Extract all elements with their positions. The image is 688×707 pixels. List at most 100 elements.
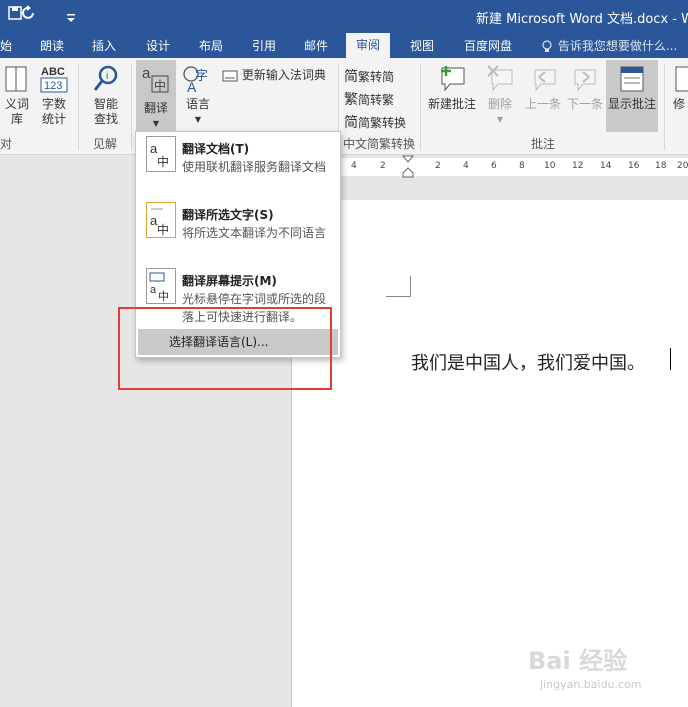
mini-translator-icon: a中 [146, 268, 176, 304]
simp-to-trad-button[interactable]: 繁简转繁 [344, 89, 394, 109]
track-changes-button[interactable]: 修 [670, 64, 688, 112]
translate-selection-icon: a中 [146, 202, 176, 238]
svg-text:中: 中 [157, 154, 169, 169]
tab-baidu-netdisk[interactable]: 百度网盘 [464, 37, 512, 54]
show-comments-icon [620, 66, 644, 92]
document-page[interactable]: 我们是中国人，我们爱中国。 [291, 200, 688, 707]
document-text[interactable]: 我们是中国人，我们爱中国。 [411, 349, 645, 375]
show-comments-label: 显示批注 [607, 97, 656, 111]
text-cursor [670, 348, 671, 370]
ruler-number: 6 [491, 161, 497, 171]
previous-label: 上一条 [524, 97, 561, 111]
simp-trad-convert-label: 简繁转换 [358, 116, 407, 130]
svg-text:a: a [142, 65, 151, 82]
indent-marker-icon[interactable] [402, 155, 414, 179]
ribbon-tabs: 始 朗读 插入 设计 布局 引用 邮件 审阅 视图 百度网盘 告诉我您想要做什么… [0, 32, 688, 58]
tab-review[interactable]: 审阅 [346, 33, 391, 58]
next-comment-icon [574, 69, 596, 92]
ruler-number: 10 [544, 161, 556, 171]
smart-lookup-button[interactable]: i 智能 查找 [88, 64, 124, 127]
comments-group-label: 批注 [531, 137, 556, 151]
ruler-number: 20 [677, 161, 688, 171]
menu-item-translate-document[interactable]: a中 翻译文档(T) 使用联机翻译服务翻译文档 [136, 132, 340, 196]
smart-lookup-label-1: 智能 [93, 97, 118, 111]
ruler-number: 8 [519, 161, 525, 171]
margin-corner-mark [386, 276, 411, 297]
language-button[interactable]: 字 A 语言 ▼ [180, 64, 216, 127]
undo-icon[interactable] [20, 4, 38, 26]
tab-home[interactable]: 始 [0, 37, 12, 54]
next-comment-button[interactable]: 下一条 [564, 64, 606, 112]
tab-view[interactable]: 视图 [410, 37, 434, 54]
separator [78, 64, 79, 150]
menu-item-title: 翻译文档(T) [182, 142, 250, 156]
chevron-down-icon: ▼ [496, 115, 504, 124]
convert-icon: 简 [344, 115, 358, 131]
svg-text:中: 中 [157, 222, 169, 237]
trad-to-simp-label: 繁转简 [358, 70, 395, 84]
thesaurus-button[interactable]: 义词库 [0, 64, 34, 127]
tab-read-aloud[interactable]: 朗读 [40, 37, 64, 54]
menu-item-description: 将所选文本翻译为不同语言 [182, 226, 327, 240]
word-count-button[interactable]: ABC 123 字数 统计 [38, 64, 70, 127]
tell-me-box[interactable]: 告诉我您想要做什么... [540, 37, 677, 54]
menu-item-title: 翻译所选文字(S) [182, 208, 274, 222]
svg-text:中: 中 [158, 290, 169, 303]
insights-group-label: 见解 [93, 137, 118, 151]
tab-design[interactable]: 设计 [146, 37, 170, 54]
word-count-label-1: 字数 [41, 97, 66, 111]
ruler-number: 4 [463, 161, 469, 171]
previous-comment-button[interactable]: 上一条 [522, 64, 564, 112]
menu-item-title: 翻译屏幕提示(M) [182, 274, 277, 288]
tab-mailings[interactable]: 邮件 [304, 37, 328, 54]
smart-lookup-label-2: 查找 [93, 112, 118, 126]
thesaurus-label: 义词库 [4, 97, 29, 126]
highlight-box [118, 307, 332, 390]
separator [420, 64, 421, 150]
trad-simp-icon: 简 [344, 69, 358, 85]
delete-comment-icon [487, 65, 513, 92]
lightbulb-icon [542, 39, 552, 52]
translate-document-icon: a中 [146, 136, 176, 172]
next-label: 下一条 [566, 97, 603, 111]
previous-comment-icon [534, 69, 556, 92]
update-ime-label: 更新输入法词典 [241, 68, 326, 82]
horizontal-ruler[interactable]: 4 2 2 4 6 8 10 12 14 16 18 20 [291, 155, 688, 179]
simp-trad-convert-button[interactable]: 简简繁转换 [344, 112, 406, 132]
language-icon: 字 A [183, 66, 208, 95]
tab-insert[interactable]: 插入 [92, 37, 116, 54]
svg-text:123: 123 [44, 80, 62, 92]
svg-text:a: a [150, 284, 157, 296]
language-label: 语言 [185, 97, 210, 111]
svg-text:A: A [187, 79, 197, 94]
svg-text:ABC: ABC [41, 66, 65, 78]
menu-item-translate-selection[interactable]: a中 翻译所选文字(S) 将所选文本翻译为不同语言 [136, 198, 340, 262]
ruler-number: 18 [655, 161, 667, 171]
translate-label: 翻译 [143, 101, 168, 115]
separator [664, 64, 665, 150]
svg-text:字: 字 [195, 69, 208, 84]
translate-button[interactable]: a 中 翻译 ▼ [136, 60, 176, 132]
tab-layout[interactable]: 布局 [199, 37, 223, 54]
baidu-watermark-logo: Bai 经验 [528, 647, 628, 675]
magnifier-icon: i [93, 65, 118, 91]
title-bar: 新建 Microsoft Word 文档.docx - Wo [0, 0, 688, 32]
ruler-number: 2 [380, 161, 386, 171]
ruler-number: 2 [435, 161, 441, 171]
separator [131, 64, 132, 150]
simp-to-trad-label: 简转繁 [358, 93, 395, 107]
show-comments-button[interactable]: 显示批注 [606, 60, 658, 132]
tell-me-text: 告诉我您想要做什么... [557, 39, 678, 53]
proofing-group-label: 对 [0, 137, 13, 151]
trad-to-simp-button[interactable]: 简繁转简 [344, 66, 394, 86]
update-ime-button[interactable]: 更新输入法词典 [222, 66, 326, 83]
translate-icon: a 中 [142, 65, 169, 93]
ruler-number: 16 [628, 161, 640, 171]
chevron-down-icon: ▼ [194, 115, 202, 124]
new-comment-button[interactable]: 新建批注 [426, 64, 478, 112]
svg-text:中: 中 [154, 78, 166, 93]
customize-icon[interactable] [66, 8, 76, 27]
ruler-number: 12 [572, 161, 584, 171]
delete-button[interactable]: 删除 ▼ [482, 64, 518, 127]
tab-references[interactable]: 引用 [252, 37, 276, 54]
